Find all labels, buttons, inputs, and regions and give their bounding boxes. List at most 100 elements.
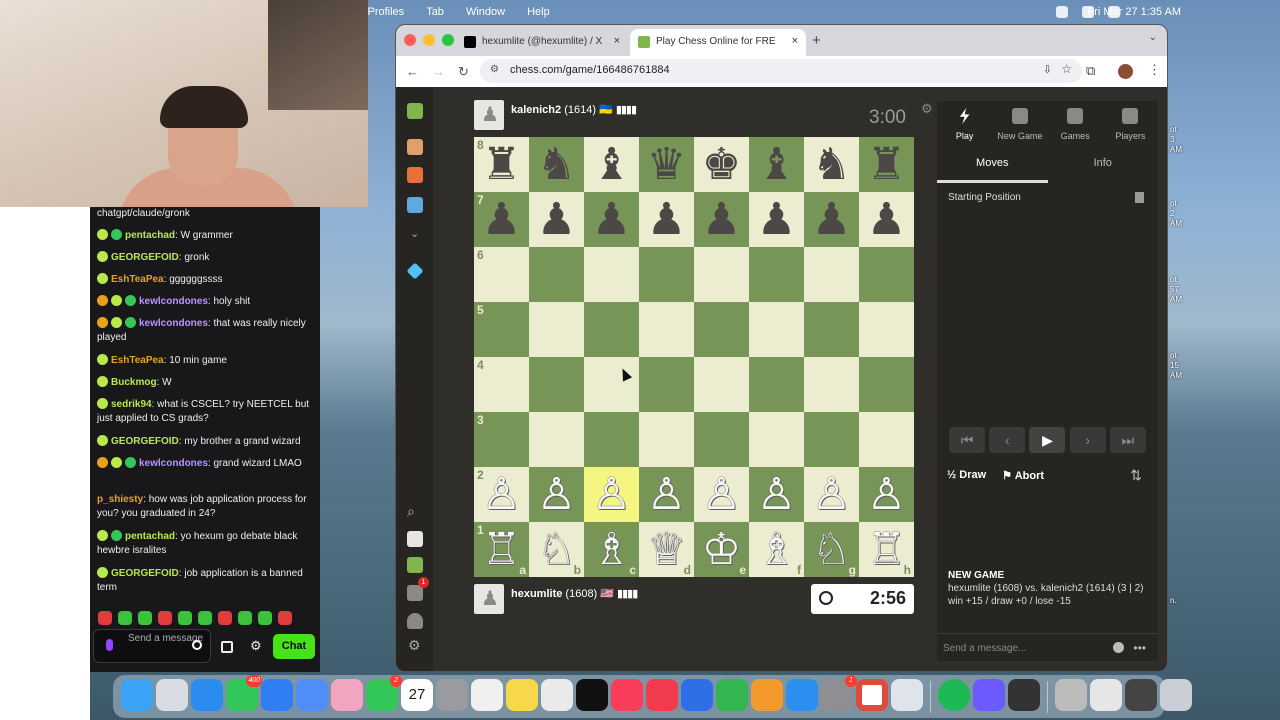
chat-input[interactable]: Send a message: [93, 629, 211, 663]
game-chat-input[interactable]: Send a message... •••: [937, 633, 1158, 661]
chat-send-button[interactable]: Chat: [273, 634, 315, 659]
chat-badge-icon[interactable]: [97, 398, 108, 409]
square-g2[interactable]: ♙: [804, 467, 859, 522]
menu-item-window[interactable]: Window: [466, 6, 505, 18]
emote-icon[interactable]: [158, 611, 172, 625]
chess-piece[interactable]: ♝: [592, 142, 631, 187]
square-b2[interactable]: ♙: [529, 467, 584, 522]
emote-icon[interactable]: [238, 611, 252, 625]
minimize-window-button[interactable]: [423, 34, 435, 46]
tab-moves[interactable]: Moves: [937, 151, 1048, 183]
square-f1[interactable]: ♗ f: [749, 522, 804, 577]
square-h5[interactable]: [859, 302, 914, 357]
chat-badge-icon[interactable]: [97, 229, 108, 240]
activity-monitor-icon[interactable]: [1008, 679, 1040, 711]
chess-piece[interactable]: ♘: [812, 527, 851, 572]
news-icon[interactable]: [646, 679, 678, 711]
square-f6[interactable]: [749, 247, 804, 302]
chess-piece[interactable]: ♜: [867, 142, 906, 187]
menubar-clock[interactable]: Fri Mar 27 1:35 AM: [1087, 6, 1181, 18]
chess-piece[interactable]: ♗: [757, 527, 796, 572]
tab-x[interactable]: hexumlite (@hexumlite) / X ×: [456, 29, 628, 56]
previous-move-button[interactable]: ‹: [989, 427, 1026, 453]
square-b7[interactable]: ♟: [529, 192, 584, 247]
emote-icon[interactable]: [278, 611, 292, 625]
site-info-icon[interactable]: ⚙: [490, 64, 499, 75]
emote-icon[interactable]: [138, 611, 152, 625]
tab-play[interactable]: Play: [937, 101, 992, 143]
chess-piece[interactable]: ♜: [482, 142, 521, 187]
system-settings-icon[interactable]: 1: [821, 675, 857, 711]
chat-badge-icon[interactable]: [97, 251, 108, 262]
chat-badge-icon[interactable]: [97, 376, 108, 387]
emote-icon[interactable]: [218, 611, 232, 625]
chat-badge-icon[interactable]: [97, 530, 108, 541]
square-g4[interactable]: [804, 357, 859, 412]
square-b6[interactable]: [529, 247, 584, 302]
square-a7[interactable]: ♟ 7: [474, 192, 529, 247]
square-f2[interactable]: ♙: [749, 467, 804, 522]
pages-icon[interactable]: [751, 679, 783, 711]
square-g3[interactable]: [804, 412, 859, 467]
chess-piece[interactable]: ♘: [537, 527, 576, 572]
emote-icon[interactable]: [258, 611, 272, 625]
photos-icon[interactable]: [331, 679, 363, 711]
square-c7[interactable]: ♟: [584, 192, 639, 247]
chess-piece[interactable]: ♙: [867, 472, 906, 517]
apple-tv-icon[interactable]: [576, 679, 608, 711]
chess-piece[interactable]: ♖: [482, 527, 521, 572]
chat-badge-icon[interactable]: [97, 567, 108, 578]
square-c4[interactable]: [584, 357, 639, 412]
square-c3[interactable]: [584, 412, 639, 467]
square-f7[interactable]: ♟: [749, 192, 804, 247]
chess-piece[interactable]: ♟: [812, 197, 851, 242]
finder-icon[interactable]: [121, 679, 153, 711]
url-field[interactable]: ⚙ chess.com/game/166486761884 ⇩ ☆: [480, 59, 1082, 83]
maps-icon[interactable]: [296, 679, 328, 711]
square-d8[interactable]: ♛: [639, 137, 694, 192]
messages-icon[interactable]: 2: [366, 675, 402, 711]
square-a4[interactable]: 4: [474, 357, 529, 412]
whatsapp-icon[interactable]: 400: [226, 675, 262, 711]
square-g8[interactable]: ♞: [804, 137, 859, 192]
chess-piece[interactable]: ♛: [647, 142, 686, 187]
chess-piece[interactable]: ♙: [812, 472, 851, 517]
tab-chess[interactable]: Play Chess Online for FRE ×: [630, 29, 806, 56]
chat-badge-icon[interactable]: [111, 229, 122, 240]
chat-username[interactable]: Buckmog: [111, 377, 157, 388]
square-b8[interactable]: ♞: [529, 137, 584, 192]
extensions-icon[interactable]: ⧉: [1086, 63, 1095, 79]
trash-icon[interactable]: [1160, 679, 1192, 711]
next-move-button[interactable]: ›: [1069, 427, 1106, 453]
abort-button[interactable]: ⚑ Abort: [1002, 469, 1044, 482]
chat-username[interactable]: kewlcondones: [139, 458, 208, 469]
square-h7[interactable]: ♟: [859, 192, 914, 247]
chess-piece[interactable]: ♙: [482, 472, 521, 517]
chess-piece[interactable]: ♞: [812, 142, 851, 187]
chess-piece[interactable]: ♝: [757, 142, 796, 187]
menu-item-profiles[interactable]: Profiles: [368, 6, 405, 18]
chrome-icon[interactable]: [856, 679, 888, 711]
chat-badge-icon[interactable]: [125, 317, 136, 328]
puzzles-icon[interactable]: [407, 139, 423, 155]
chat-badge-icon[interactable]: [97, 354, 108, 365]
contacts-icon[interactable]: [436, 679, 468, 711]
square-e5[interactable]: [694, 302, 749, 357]
chess-piece[interactable]: ♟: [647, 197, 686, 242]
square-b1[interactable]: ♘ b: [529, 522, 584, 577]
square-a8[interactable]: ♜ 8: [474, 137, 529, 192]
play-button[interactable]: ▶: [1029, 427, 1066, 453]
screenshot-stack-icon[interactable]: [1125, 679, 1157, 711]
chat-username[interactable]: GEORGEFOID: [111, 252, 179, 263]
square-e6[interactable]: [694, 247, 749, 302]
square-g1[interactable]: ♘ g: [804, 522, 859, 577]
tab-search-icon[interactable]: ⌄: [1149, 32, 1157, 43]
square-d1[interactable]: ♕ d: [639, 522, 694, 577]
chat-username[interactable]: EshTeaPea: [111, 274, 164, 285]
chess-piece[interactable]: ♟: [482, 197, 521, 242]
square-b5[interactable]: [529, 302, 584, 357]
opponent-avatar[interactable]: [474, 100, 504, 130]
notes-icon[interactable]: [506, 679, 538, 711]
square-h4[interactable]: [859, 357, 914, 412]
chess-piece[interactable]: ♙: [702, 472, 741, 517]
